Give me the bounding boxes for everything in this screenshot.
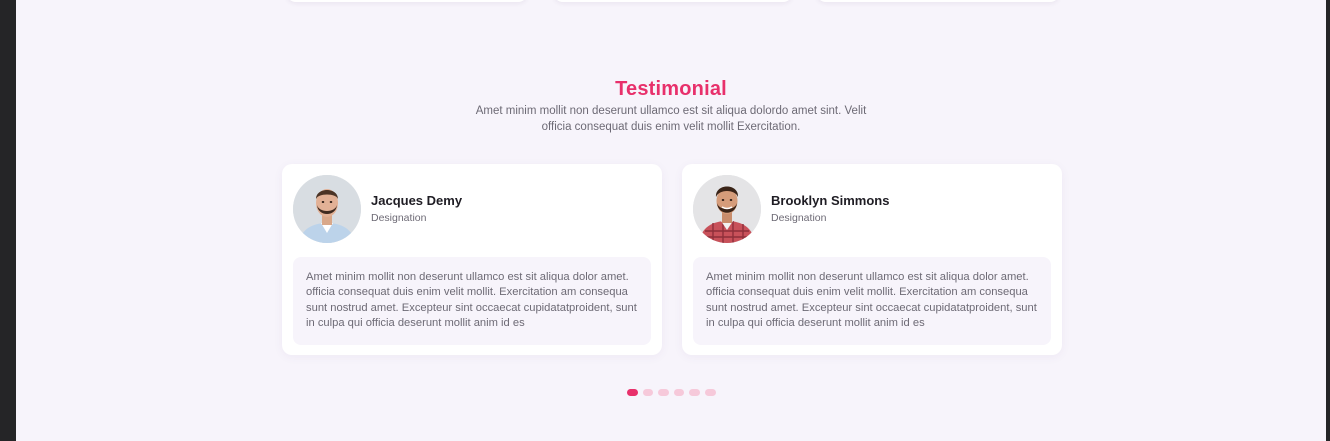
testimonial-section: Testimonial Amet minim mollit non deseru… bbox=[16, 0, 1326, 441]
testimonial-quote: Amet minim mollit non deserunt ullamco e… bbox=[693, 257, 1051, 345]
person-name: Jacques Demy bbox=[371, 193, 463, 208]
testimonial-quote: Amet minim mollit non deserunt ullamco e… bbox=[293, 257, 651, 345]
section-title: Testimonial bbox=[615, 78, 727, 100]
previous-card-bottom bbox=[286, 0, 528, 2]
pagination-dot[interactable] bbox=[689, 389, 700, 396]
pagination-dot[interactable] bbox=[704, 389, 716, 396]
avatar bbox=[693, 175, 761, 243]
previous-card-bottom bbox=[816, 0, 1060, 2]
pagination-dot[interactable] bbox=[673, 389, 685, 396]
carousel-pagination bbox=[627, 389, 716, 396]
testimonial-card: Jacques Demy Designation Amet minim moll… bbox=[282, 164, 662, 355]
person-designation: Designation bbox=[371, 212, 427, 224]
person-designation: Designation bbox=[771, 212, 827, 224]
pagination-dot[interactable] bbox=[627, 389, 638, 396]
pagination-dot[interactable] bbox=[658, 389, 669, 396]
person-name: Brooklyn Simmons bbox=[771, 193, 890, 208]
man-light-blue-shirt-avatar-icon bbox=[293, 175, 361, 243]
man-plaid-shirt-avatar-icon bbox=[693, 175, 761, 243]
previous-card-bottom bbox=[553, 0, 793, 2]
window-edge bbox=[1326, 0, 1330, 441]
section-description: Amet minim mollit non deserunt ullamco e… bbox=[475, 105, 867, 133]
testimonial-card: Brooklyn Simmons Designation Amet minim … bbox=[682, 164, 1062, 355]
pagination-dot[interactable] bbox=[642, 389, 654, 396]
avatar bbox=[293, 175, 361, 243]
